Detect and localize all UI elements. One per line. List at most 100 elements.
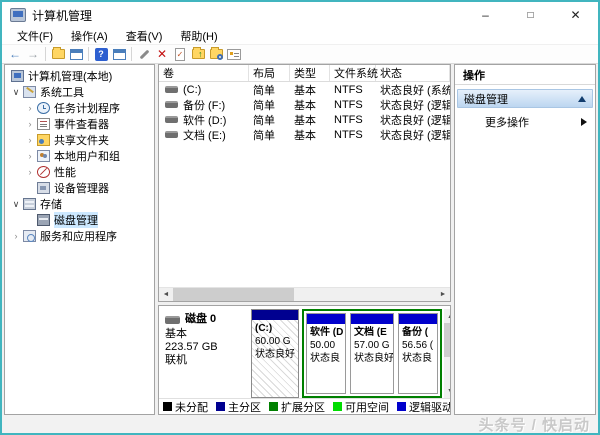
chevron-right-icon[interactable]: › [11,231,21,241]
menu-file[interactable]: 文件(F) [8,27,62,45]
legend-swatch [216,402,225,411]
disk0-info[interactable]: 磁盘 0 基本 223.57 GB 联机 [163,309,251,398]
tree-item-computer-management[interactable]: 计算机管理(本地) [5,68,154,84]
explore-folder-icon[interactable] [207,46,225,62]
toolbar-separator [45,47,46,61]
volume-icon [165,131,178,138]
scrollbar-thumb[interactable] [173,288,294,301]
console-tree-toggle-icon[interactable] [49,46,67,62]
chevron-right-icon[interactable]: › [25,151,35,161]
menu-action[interactable]: 操作(A) [62,27,117,45]
tree-item-system-tools[interactable]: ∨ 系统工具 [5,84,154,100]
volume-table: 卷 布局 类型 文件系统 状态 (C:) 简单 基本 NTFS 状态良好 (系统… [159,65,450,287]
properties-icon[interactable] [225,46,243,62]
watermark-strip: 头条号 / 快启动 [2,415,598,433]
action-pane-toggle-icon[interactable] [110,46,128,62]
extended-partition-frame: 软件 (D 50.00 状态良 文档 (E 57.00 G 状态良好 备份 (… [302,309,442,398]
volume-table-header: 卷 布局 类型 文件系统 状态 [159,65,450,82]
scroll-down-icon[interactable]: ▼ [443,384,450,398]
actions-pane-title: 操作 [455,65,595,85]
tree-item-disk-management[interactable]: 磁盘管理 [5,212,154,228]
table-row[interactable]: (C:) 简单 基本 NTFS 状态良好 (系统, 启动, 页面文 [159,82,450,97]
toolbar: ← → ? ✕ ✓ ↑ [2,45,598,64]
tree-item-services-applications[interactable]: › 服务和应用程序 [5,228,154,244]
title-bar: 计算机管理 – □ ✕ [2,2,598,28]
disk0-status: 联机 [165,354,187,366]
scroll-up-icon[interactable]: ▲ [443,309,450,323]
chevron-right-icon[interactable]: › [25,135,35,145]
vertical-scrollbar[interactable]: ▲ ▼ [443,309,450,398]
forward-icon[interactable]: → [24,46,42,62]
tree-item-local-users-groups[interactable]: › 本地用户和组 [5,148,154,164]
minimize-button[interactable]: – [463,2,508,28]
logical-drive-color-bar [399,314,437,324]
console-tree: 计算机管理(本地) ∨ 系统工具 › 任务计划程序 › 事件查看器 › 共享文件… [4,64,155,415]
column-header-layout[interactable]: 布局 [249,65,290,81]
horizontal-scrollbar[interactable]: ◄ ► [159,287,450,301]
table-row[interactable]: 文档 (E:) 简单 基本 NTFS 状态良好 (逻辑驱动器) [159,127,450,142]
partition-c[interactable]: (C:) 60.00 G 状态良好 [251,309,299,398]
selected-tree-label: 磁盘管理 [54,212,98,228]
pointer-action-icon[interactable] [135,46,153,62]
main-area: 计算机管理(本地) ∨ 系统工具 › 任务计划程序 › 事件查看器 › 共享文件… [2,64,598,415]
tree-item-shared-folders[interactable]: › 共享文件夹 [5,132,154,148]
actions-pane: 操作 磁盘管理 更多操作 [454,64,596,415]
chevron-right-icon[interactable]: › [25,103,35,113]
device-manager-icon [37,182,50,194]
center-panes: 卷 布局 类型 文件系统 状态 (C:) 简单 基本 NTFS 状态良好 (系统… [158,64,451,415]
tree-item-task-scheduler[interactable]: › 任务计划程序 [5,100,154,116]
disk-icon [165,315,180,324]
chevron-right-icon[interactable]: › [25,167,35,177]
logical-drive-color-bar [351,314,393,324]
show-window-icon[interactable] [67,46,85,62]
storage-icon [23,198,36,210]
submenu-arrow-icon [581,117,587,126]
close-button[interactable]: ✕ [553,2,598,28]
collapse-icon[interactable] [578,95,586,102]
toolbar-separator [88,47,89,61]
scroll-right-icon[interactable]: ► [436,287,450,301]
column-header-status[interactable]: 状态 [376,65,450,81]
legend-item: 逻辑驱动器 [397,399,450,414]
screenshot-frame: 计算机管理 – □ ✕ 文件(F) 操作(A) 查看(V) 帮助(H) ← → … [0,0,600,435]
menu-bar: 文件(F) 操作(A) 查看(V) 帮助(H) [2,28,598,45]
partition-legend: 未分配 主分区 扩展分区 可用空间 逻辑驱动器 [159,398,450,414]
more-actions-item[interactable]: 更多操作 [455,112,595,131]
column-header-filesystem[interactable]: 文件系统 [330,65,378,81]
volume-list-pane: 卷 布局 类型 文件系统 状态 (C:) 简单 基本 NTFS 状态良好 (系统… [158,64,451,302]
system-tools-icon [23,86,36,98]
scrollbar-thumb[interactable] [444,323,450,357]
tree-item-storage[interactable]: ∨ 存储 [5,196,154,212]
table-row[interactable]: 备份 (F:) 简单 基本 NTFS 状态良好 (逻辑驱动器) [159,97,450,112]
tree-item-event-viewer[interactable]: › 事件查看器 [5,116,154,132]
table-row[interactable]: 软件 (D:) 简单 基本 NTFS 状态良好 (逻辑驱动器) [159,112,450,127]
watermark-text: 头条号 / 快启动 [478,416,590,434]
primary-partition-color-bar [252,310,298,320]
chevron-down-icon[interactable]: ∨ [11,199,21,210]
column-header-type[interactable]: 类型 [290,65,330,81]
tree-item-performance[interactable]: › 性能 [5,164,154,180]
partition-f[interactable]: 备份 ( 56.56 ( 状态良 [398,313,438,394]
shared-folders-icon [37,134,50,146]
legend-swatch [269,402,278,411]
delete-volume-icon[interactable]: ✕ [153,46,171,62]
chevron-right-icon[interactable]: › [25,119,35,129]
legend-item: 主分区 [216,399,261,414]
menu-view[interactable]: 查看(V) [117,27,172,45]
help-icon[interactable]: ? [92,46,110,62]
check-document-icon[interactable]: ✓ [171,46,189,62]
tree-item-device-manager[interactable]: 设备管理器 [5,180,154,196]
maximize-button[interactable]: □ [508,2,553,28]
column-header-volume[interactable]: 卷 [159,65,249,81]
partition-d[interactable]: 软件 (D 50.00 状态良 [306,313,346,394]
app-icon [10,8,26,22]
menu-help[interactable]: 帮助(H) [171,27,226,45]
disk-management-section-header[interactable]: 磁盘管理 [457,89,593,108]
scroll-left-icon[interactable]: ◄ [159,287,173,301]
chevron-down-icon[interactable]: ∨ [11,87,21,98]
folder-up-icon[interactable]: ↑ [189,46,207,62]
partition-e[interactable]: 文档 (E 57.00 G 状态良好 [350,313,394,394]
disk0-size: 223.57 GB [165,341,218,353]
back-icon[interactable]: ← [6,46,24,62]
legend-swatch [163,402,172,411]
